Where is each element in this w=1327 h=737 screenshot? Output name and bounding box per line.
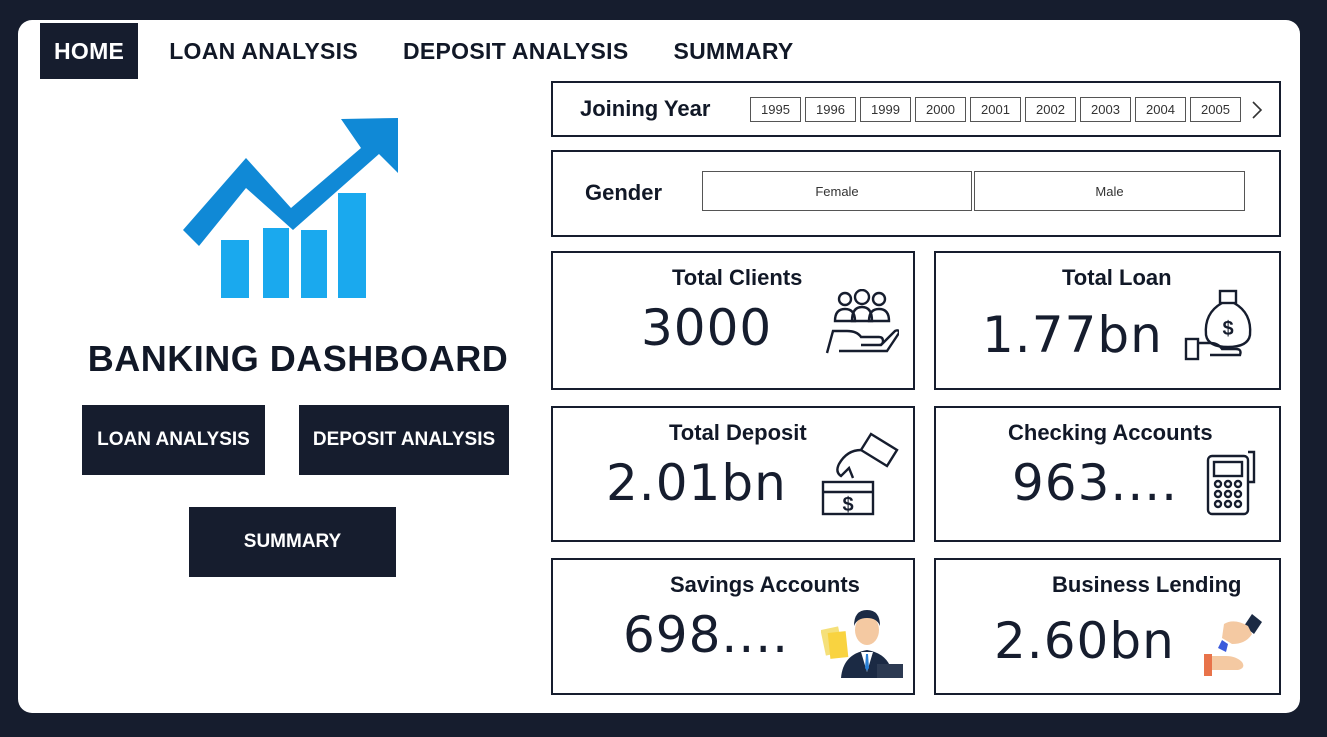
kpi-total-clients: Total Clients 3000 (551, 251, 915, 390)
kpi-savings-accounts: Savings Accounts 698.... (551, 558, 915, 695)
year-chip-2002[interactable]: 2002 (1025, 97, 1076, 122)
year-chip-1996[interactable]: 1996 (805, 97, 856, 122)
logo-bar-3 (301, 230, 327, 298)
svg-text:$: $ (842, 494, 853, 516)
kpi-value: 3000 (641, 299, 773, 357)
kpi-value: 698.... (623, 606, 790, 664)
kpi-total-deposit: Total Deposit 2.01bn $ (551, 406, 915, 542)
year-list: 1995 1996 1999 2000 2001 2002 2003 2004 … (750, 97, 1245, 122)
year-chip-1995[interactable]: 1995 (750, 97, 801, 122)
gender-label: Gender (585, 180, 663, 205)
logo-bar-4 (338, 193, 366, 298)
growth-chart-logo-icon (183, 118, 398, 298)
loan-analysis-button[interactable]: LOAN ANALYSIS (82, 405, 265, 475)
kpi-checking-accounts: Checking Accounts 963.... (934, 406, 1281, 542)
kpi-value: 2.01bn (606, 454, 787, 512)
year-chip-1999[interactable]: 1999 (860, 97, 911, 122)
nav-summary[interactable]: SUMMARY (659, 23, 807, 79)
kpi-title: Business Lending (1052, 572, 1242, 597)
people-hand-icon (825, 289, 899, 354)
nav-home[interactable]: HOME (40, 23, 139, 79)
gender-slicer: Gender Female Male (551, 150, 1281, 237)
gender-male-option[interactable]: Male (974, 171, 1245, 211)
year-chip-2005[interactable]: 2005 (1190, 97, 1241, 122)
calculator-icon (1206, 450, 1256, 516)
kpi-value: 1.77bn (982, 306, 1163, 364)
logo-bar-1 (221, 240, 249, 298)
kpi-title: Total Clients (672, 265, 803, 290)
joining-year-label: Joining Year (580, 96, 711, 121)
year-chip-2004[interactable]: 2004 (1135, 97, 1186, 122)
deposit-hand-icon: $ (821, 432, 899, 516)
year-chip-2003[interactable]: 2003 (1080, 97, 1131, 122)
kpi-title: Savings Accounts (670, 572, 860, 597)
summary-button[interactable]: SUMMARY (189, 507, 396, 577)
money-bag-hand-icon: $ (1184, 289, 1252, 361)
kpi-value: 2.60bn (994, 612, 1175, 670)
nav-loan-analysis[interactable]: LOAN ANALYSIS (155, 23, 372, 79)
hand-lending-icon (1204, 614, 1262, 676)
deposit-analysis-button[interactable]: DEPOSIT ANALYSIS (299, 405, 509, 475)
dashboard-canvas: HOME LOAN ANALYSIS DEPOSIT ANALYSIS SUMM… (18, 20, 1300, 713)
nav-deposit-analysis[interactable]: DEPOSIT ANALYSIS (389, 23, 642, 79)
banker-icon (821, 610, 903, 678)
joining-year-slicer: Joining Year 1995 1996 1999 2000 2001 20… (551, 81, 1281, 137)
page-title: BANKING DASHBOARD (87, 338, 509, 379)
chevron-right-icon[interactable] (1249, 97, 1265, 123)
kpi-title: Checking Accounts (1008, 420, 1213, 445)
gender-female-option[interactable]: Female (702, 171, 972, 211)
kpi-value: 963.... (1012, 454, 1179, 512)
svg-text:$: $ (1222, 318, 1233, 340)
kpi-title: Total Loan (1062, 265, 1172, 290)
logo-bar-2 (263, 228, 289, 298)
top-nav: HOME LOAN ANALYSIS DEPOSIT ANALYSIS SUMM… (40, 23, 825, 79)
year-chip-2000[interactable]: 2000 (915, 97, 966, 122)
kpi-total-loan: Total Loan 1.77bn $ (934, 251, 1281, 390)
kpi-business-lending: Business Lending 2.60bn (934, 558, 1281, 695)
year-chip-2001[interactable]: 2001 (970, 97, 1021, 122)
kpi-title: Total Deposit (669, 420, 807, 445)
